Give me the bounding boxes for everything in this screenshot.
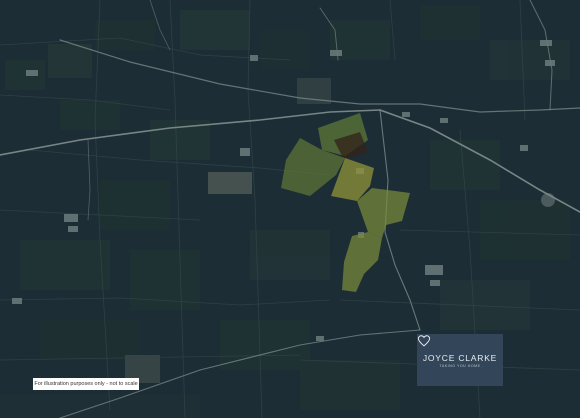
- brand-logo-badge: JOYCE CLARKE TAKING YOU HOME: [417, 334, 503, 386]
- heart-logo-icon: [417, 335, 431, 347]
- satellite-map[interactable]: For illustration purposes only - not to …: [0, 0, 580, 418]
- brand-name: JOYCE CLARKE: [422, 352, 498, 363]
- disclaimer-label: For illustration purposes only - not to …: [33, 378, 139, 390]
- brand-tagline: TAKING YOU HOME: [439, 363, 481, 368]
